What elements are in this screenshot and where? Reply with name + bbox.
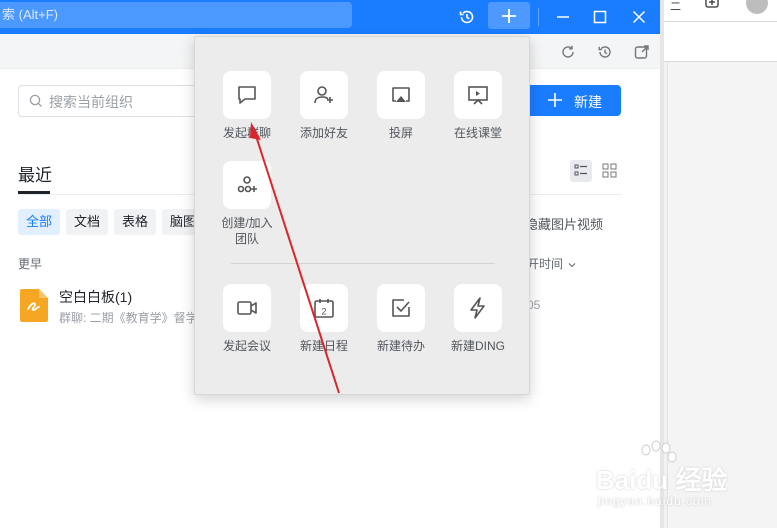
refresh-icon[interactable] <box>560 44 578 62</box>
file-subtitle: 群聊: 二期《教育学》督学 <box>59 311 198 325</box>
calendar-day: 2 <box>321 307 326 317</box>
item-label: 投屏 <box>388 126 413 140</box>
filter-all[interactable]: 全部 <box>18 209 61 235</box>
watermark-text: Baidu 经验 <box>596 465 728 495</box>
item-label: 添加好友 <box>299 126 348 140</box>
add-friend-item[interactable]: 添加好友 <box>281 71 367 141</box>
item-label: 发起会议 <box>222 339 271 353</box>
tab-recent[interactable]: 最近 <box>18 161 52 186</box>
history-icon[interactable] <box>447 0 487 34</box>
filter-sheets[interactable]: 表格 <box>114 209 157 235</box>
maximize-icon[interactable] <box>580 0 620 34</box>
item-label: 新建待办 <box>376 339 425 353</box>
online-class-icon <box>454 71 502 119</box>
team-icon <box>223 161 271 209</box>
add-tab-icon <box>704 0 720 11</box>
new-ding-item[interactable]: 新建DING <box>435 284 521 354</box>
plus-icon <box>548 93 562 107</box>
sort-dropdown[interactable]: 开时间 <box>527 255 576 272</box>
filter-mindmap[interactable]: 脑图 <box>162 209 196 235</box>
watermark-url: jingyan.baidu.com <box>598 494 712 508</box>
background-text-fragment: 二 <box>670 1 681 13</box>
item-label: 新建日程 <box>299 339 348 353</box>
item-label: 创建/加入 团队 <box>221 216 273 246</box>
quick-create-popup: 发起群聊 添加好友 投屏 在线课堂 创建/加入 团队 发起会议 2 新建日程 新… <box>194 36 530 395</box>
item-label: 发起群聊 <box>222 126 271 140</box>
new-todo-item[interactable]: 新建待办 <box>358 284 444 354</box>
grid-view-icon[interactable] <box>599 160 621 182</box>
item-label: 新建DING <box>450 339 505 353</box>
filter-docs[interactable]: 文档 <box>66 209 109 235</box>
share-window-icon[interactable] <box>634 44 652 62</box>
org-search-placeholder: 搜索当前组织 <box>49 94 133 110</box>
global-search-input[interactable]: 索 (Alt+F) <box>0 2 352 28</box>
avatar[interactable] <box>746 0 768 14</box>
group-label: 更早 <box>18 257 43 271</box>
close-icon[interactable] <box>619 0 659 34</box>
chat-bubble-icon <box>223 71 271 119</box>
plus-icon[interactable] <box>488 2 530 29</box>
screen-cast-item[interactable]: 投屏 <box>358 71 444 141</box>
background-window-bar: 二 <box>660 0 777 22</box>
popup-divider <box>231 263 495 264</box>
start-meeting-item[interactable]: 发起会议 <box>204 284 290 354</box>
todo-check-icon <box>377 284 425 332</box>
create-join-team-item[interactable]: 创建/加入 团队 <box>204 161 290 247</box>
screen-cast-icon <box>377 71 425 119</box>
hide-media-label[interactable]: 隐藏图片视频 <box>525 214 603 233</box>
title-divider <box>538 8 539 26</box>
ding-lightning-icon <box>454 284 502 332</box>
background-window-toolbar <box>660 22 777 62</box>
new-schedule-item[interactable]: 2 新建日程 <box>281 284 367 354</box>
start-group-chat-item[interactable]: 发起群聊 <box>204 71 290 141</box>
chevron-down-icon <box>568 261 576 269</box>
list-view-icon[interactable] <box>570 160 592 182</box>
search-icon <box>29 94 43 108</box>
item-label: 在线课堂 <box>453 126 502 140</box>
new-button-label: 新建 <box>574 94 602 110</box>
whiteboard-file-icon <box>20 289 48 322</box>
calendar-icon: 2 <box>300 284 348 332</box>
file-name[interactable]: 空白白板(1) <box>59 287 132 307</box>
online-class-item[interactable]: 在线课堂 <box>435 71 521 141</box>
new-button[interactable]: 新建 <box>525 85 621 116</box>
video-meeting-icon <box>223 284 271 332</box>
minimize-icon[interactable] <box>543 0 583 34</box>
sort-label: 开时间 <box>527 257 564 271</box>
add-friend-icon <box>300 71 348 119</box>
recent-history-icon[interactable] <box>597 44 615 62</box>
